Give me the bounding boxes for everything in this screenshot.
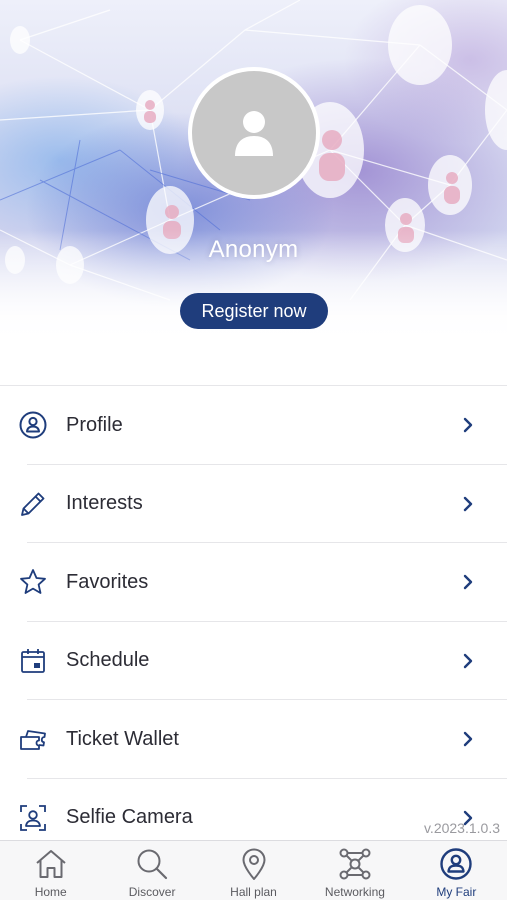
network-icon <box>339 848 371 880</box>
display-name: Anonym <box>208 236 299 263</box>
tab-bar: Home Discover Hall plan Networking My Fa… <box>0 840 507 900</box>
home-icon <box>36 850 66 878</box>
map-pin-icon <box>242 848 266 880</box>
star-icon <box>20 569 46 595</box>
chevron-right-icon <box>463 496 473 511</box>
tab-label: Hall plan <box>230 885 277 899</box>
menu-item-schedule[interactable]: Schedule <box>0 622 507 700</box>
avatar[interactable] <box>188 67 320 199</box>
tab-hall-plan[interactable]: Hall plan <box>203 841 304 900</box>
chevron-right-icon <box>463 418 473 433</box>
menu-item-label: Favorites <box>66 570 149 593</box>
chevron-right-icon <box>463 653 473 668</box>
pencil-icon <box>21 492 45 516</box>
tab-home[interactable]: Home <box>0 841 101 900</box>
settings-menu: Profile Interests Favorites Schedule Tic… <box>0 385 507 857</box>
tab-label: Networking <box>324 885 385 899</box>
register-now-button[interactable]: Register now <box>180 293 328 329</box>
menu-item-profile[interactable]: Profile <box>0 386 507 465</box>
menu-item-favorites[interactable]: Favorites <box>0 543 507 622</box>
tab-discover[interactable]: Discover <box>101 841 202 900</box>
user-circle-icon <box>440 848 473 880</box>
menu-item-label: Schedule <box>66 649 150 672</box>
tab-label: Home <box>34 885 67 899</box>
chevron-right-icon <box>463 732 473 747</box>
tab-networking[interactable]: Networking <box>304 841 405 900</box>
app-version: v.2023.1.0.3 <box>423 820 500 836</box>
tab-label: My Fair <box>436 885 477 899</box>
menu-item-label: Ticket Wallet <box>66 727 179 750</box>
calendar-icon <box>21 648 45 673</box>
tab-my-fair[interactable]: My Fair <box>406 841 507 900</box>
person-placeholder-icon <box>235 111 273 156</box>
tab-label: Discover <box>128 885 176 899</box>
menu-item-label: Profile <box>66 413 123 436</box>
menu-item-label: Interests <box>66 492 143 515</box>
menu-item-ticket-wallet[interactable]: Ticket Wallet <box>0 700 507 779</box>
profile-icon <box>19 411 47 439</box>
selfie-camera-icon <box>20 804 46 831</box>
chevron-right-icon <box>463 575 473 590</box>
menu-item-label: Selfie Camera <box>66 806 193 829</box>
search-icon <box>137 849 168 880</box>
menu-item-interests[interactable]: Interests <box>0 465 507 543</box>
ticket-icon <box>20 730 46 751</box>
